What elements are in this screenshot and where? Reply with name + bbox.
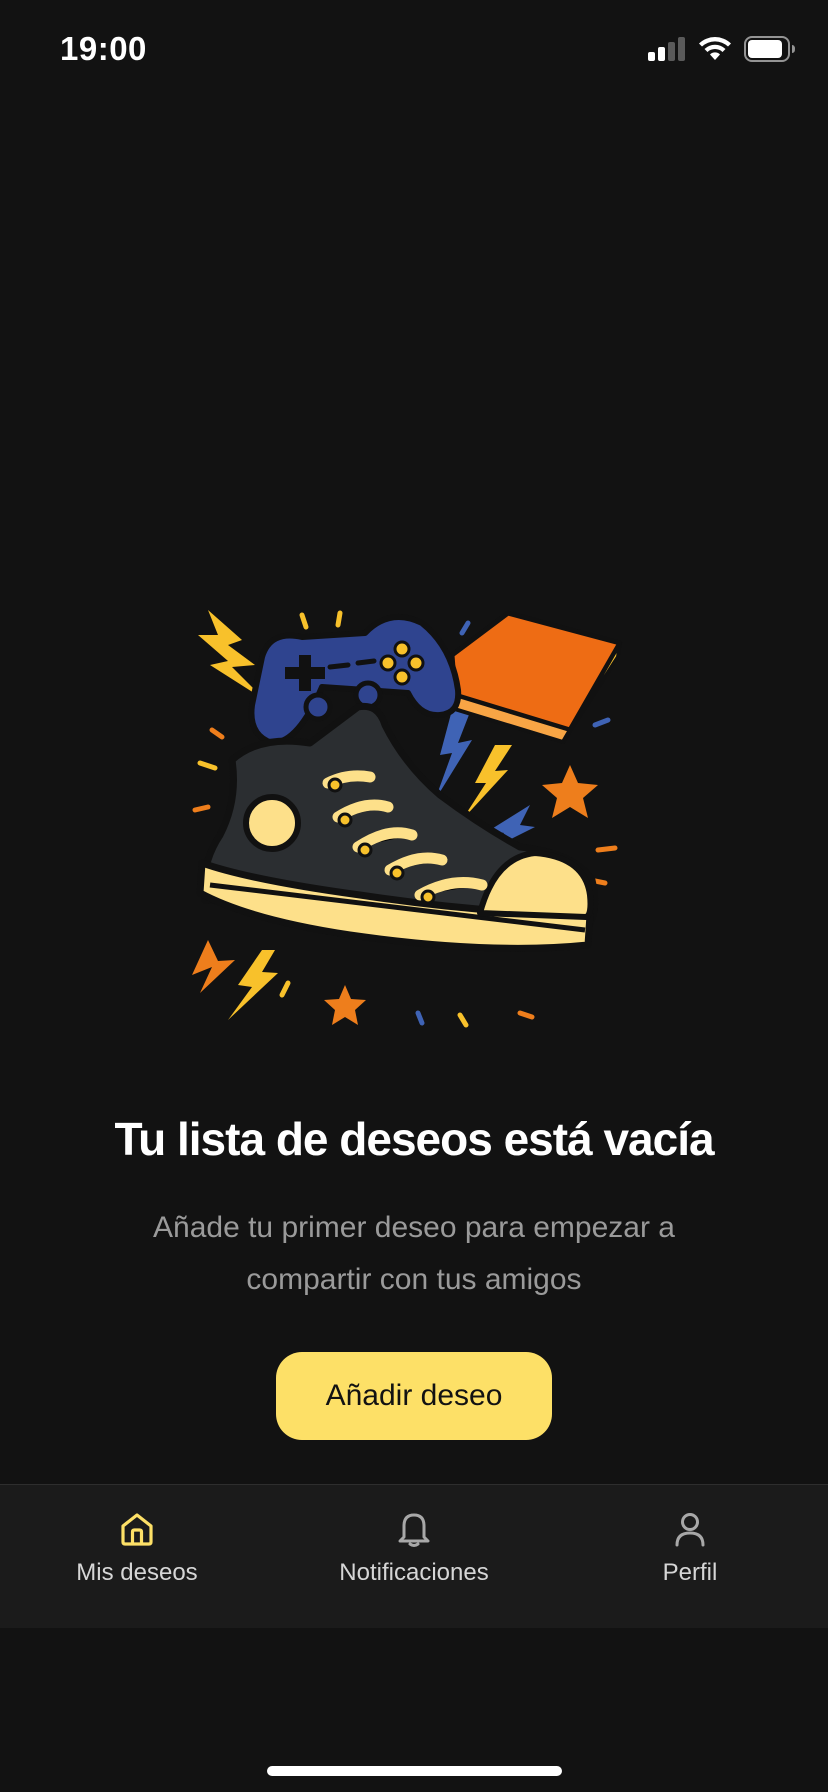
tab-notificaciones[interactable]: Notificaciones (314, 1485, 514, 1628)
home-indicator[interactable] (267, 1766, 562, 1776)
status-time: 19:00 (60, 30, 147, 67)
home-icon (117, 1509, 157, 1549)
bell-icon (394, 1509, 434, 1549)
star-decoration (324, 985, 366, 1025)
tab-perfil[interactable]: Perfil (630, 1485, 750, 1628)
status-bar: 19:00 (0, 0, 828, 100)
tab-bar: Mis deseos Notificaciones Perfil (0, 1484, 828, 1628)
person-icon (670, 1509, 710, 1549)
empty-state-subtitle: Añade tu primer deseo para empezar a com… (153, 1211, 675, 1296)
tab-label: Notificaciones (339, 1559, 489, 1586)
tab-label: Perfil (662, 1559, 718, 1586)
cellular-signal-icon (648, 37, 685, 61)
empty-wishlist-illustration (192, 610, 623, 1028)
wifi-icon (699, 37, 731, 60)
status-icons (648, 36, 796, 62)
add-wish-button[interactable]: Añadir deseo (276, 1352, 552, 1440)
tab-label: Mis deseos (76, 1559, 198, 1586)
empty-state-title: Tu lista de deseos está vacía (114, 1113, 714, 1165)
battery-icon (744, 36, 795, 62)
tab-mis-deseos[interactable]: Mis deseos (57, 1485, 217, 1628)
sneaker-drawing (196, 702, 599, 952)
star-decoration (542, 765, 598, 818)
